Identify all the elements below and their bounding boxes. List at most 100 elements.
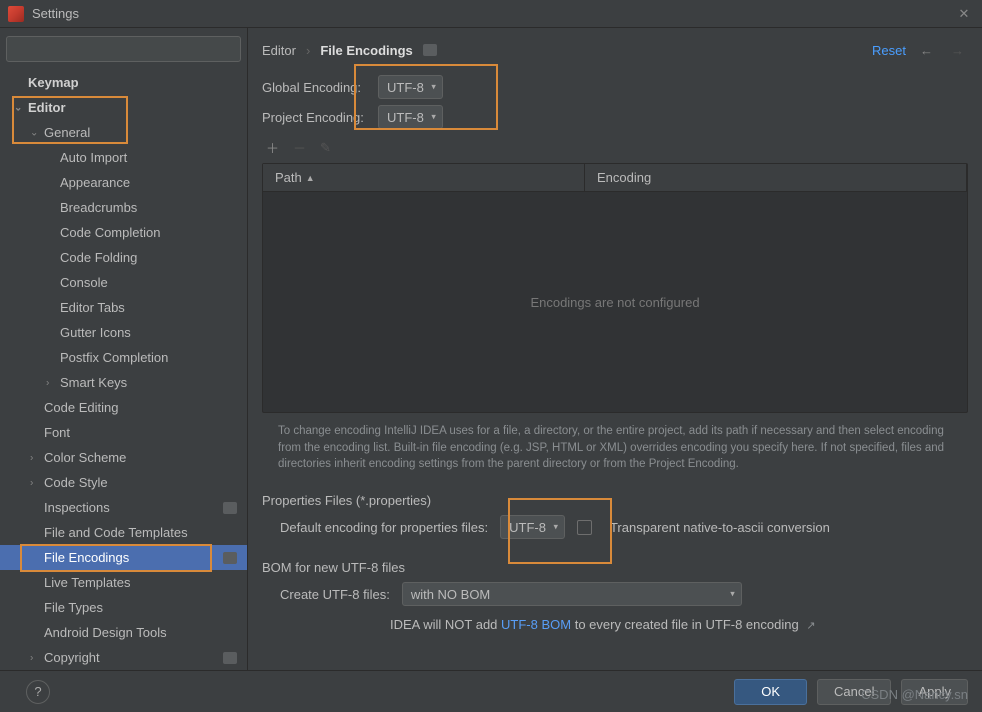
project-encoding-select[interactable]: UTF-8 ▾ <box>378 105 443 129</box>
sidebar-item-label: Editor Tabs <box>60 300 125 315</box>
bom-section-title: BOM for new UTF-8 files <box>262 560 968 575</box>
sidebar-item-copyright[interactable]: › Copyright <box>0 645 247 670</box>
sidebar-item-label: General <box>44 125 90 140</box>
forward-icon[interactable]: → <box>947 43 968 58</box>
sidebar-item-label: Console <box>60 275 108 290</box>
apply-button[interactable]: Apply <box>901 679 968 705</box>
sidebar-item-label: Breadcrumbs <box>60 200 137 215</box>
sidebar-item-label: Color Scheme <box>44 450 126 465</box>
sidebar-item-label: Code Style <box>44 475 108 490</box>
sidebar-item-label: File and Code Templates <box>44 525 188 540</box>
sidebar-item-appearance[interactable]: Appearance <box>0 170 247 195</box>
sidebar-item-live-templates[interactable]: Live Templates <box>0 570 247 595</box>
close-icon[interactable]: ✕ <box>954 4 974 24</box>
transparent-checkbox[interactable] <box>577 520 592 535</box>
sidebar-item-label: Live Templates <box>44 575 130 590</box>
chevron-right-icon: › <box>30 477 33 488</box>
scope-badge-icon <box>223 552 237 564</box>
chevron-down-icon: ⌄ <box>14 102 22 113</box>
path-column-header[interactable]: Path ▲ <box>263 164 585 191</box>
chevron-down-icon: ▾ <box>431 112 436 123</box>
properties-default-label: Default encoding for properties files: <box>280 520 488 535</box>
sidebar-item-keymap[interactable]: Keymap <box>0 70 247 95</box>
help-button[interactable]: ? <box>26 680 50 704</box>
ok-button[interactable]: OK <box>734 679 807 705</box>
window-title: Settings <box>32 6 79 21</box>
sidebar-item-smart-keys[interactable]: › Smart Keys <box>0 370 247 395</box>
sidebar-item-label: Android Design Tools <box>44 625 167 640</box>
sidebar-item-android-design-tools[interactable]: Android Design Tools <box>0 620 247 645</box>
global-encoding-select[interactable]: UTF-8 ▾ <box>378 75 443 99</box>
dialog-buttons: ? OK Cancel Apply <box>0 670 982 712</box>
sidebar-item-code-style[interactable]: › Code Style <box>0 470 247 495</box>
sidebar-item-label: Postfix Completion <box>60 350 168 365</box>
encoding-column-header[interactable]: Encoding <box>585 164 967 191</box>
chevron-down-icon: ▾ <box>730 589 735 600</box>
sidebar-item-label: Code Folding <box>60 250 137 265</box>
sidebar-item-label: Auto Import <box>60 150 127 165</box>
app-icon <box>8 6 24 22</box>
encodings-table: Path ▲ Encoding Encodings are not config… <box>262 163 968 413</box>
titlebar: Settings ✕ <box>0 0 982 28</box>
sidebar-item-file-encodings[interactable]: File Encodings <box>0 545 247 570</box>
sidebar-item-font[interactable]: Font <box>0 420 247 445</box>
external-link-icon: ↗ <box>806 620 815 632</box>
sidebar-item-label: Code Completion <box>60 225 160 240</box>
transparent-label: Transparent native-to-ascii conversion <box>610 520 830 535</box>
sidebar-item-editor-tabs[interactable]: Editor Tabs <box>0 295 247 320</box>
sidebar-item-label: Gutter Icons <box>60 325 131 340</box>
chevron-right-icon: › <box>30 452 33 463</box>
scope-badge-icon <box>423 44 437 56</box>
search-input[interactable] <box>6 36 241 62</box>
sidebar-item-label: Copyright <box>44 650 100 665</box>
chevron-down-icon: ⌄ <box>30 127 38 138</box>
reset-link[interactable]: Reset <box>872 43 906 58</box>
sidebar-item-editor[interactable]: ⌄ Editor <box>0 95 247 120</box>
main-panel: Editor › File Encodings Reset ← → Global… <box>248 28 982 670</box>
properties-encoding-select[interactable]: UTF-8 ▾ <box>500 515 565 539</box>
sidebar-item-label: Keymap <box>28 75 79 90</box>
chevron-right-icon: › <box>46 377 49 388</box>
sidebar-item-label: File Encodings <box>44 550 129 565</box>
sidebar-item-breadcrumbs[interactable]: Breadcrumbs <box>0 195 247 220</box>
chevron-right-icon: › <box>30 652 33 663</box>
sidebar-item-postfix-completion[interactable]: Postfix Completion <box>0 345 247 370</box>
sidebar-item-code-folding[interactable]: Code Folding <box>0 245 247 270</box>
edit-icon[interactable]: ✎ <box>320 140 331 156</box>
chevron-down-icon: ▾ <box>553 522 558 533</box>
sidebar-item-general[interactable]: ⌄ General <box>0 120 247 145</box>
breadcrumb-file-encodings: File Encodings <box>320 43 412 58</box>
sidebar-item-label: File Types <box>44 600 103 615</box>
back-icon[interactable]: ← <box>916 43 937 58</box>
global-encoding-label: Global Encoding: <box>262 80 366 95</box>
settings-tree: Keymap ⌄ Editor ⌄ General Auto Import Appearan… <box>0 70 247 670</box>
sidebar-item-inspections[interactable]: Inspections <box>0 495 247 520</box>
properties-section-title: Properties Files (*.properties) <box>262 493 968 508</box>
remove-icon[interactable]: － <box>293 138 306 157</box>
create-utf8-select[interactable]: with NO BOM ▾ <box>402 582 742 606</box>
breadcrumb-editor[interactable]: Editor <box>262 43 296 58</box>
sidebar-item-code-completion[interactable]: Code Completion <box>0 220 247 245</box>
scope-badge-icon <box>223 652 237 664</box>
sidebar-item-color-scheme[interactable]: › Color Scheme <box>0 445 247 470</box>
bom-note: IDEA will NOT add UTF-8 BOM to every cre… <box>390 617 816 632</box>
sidebar-item-code-editing[interactable]: Code Editing <box>0 395 247 420</box>
sidebar-item-label: Smart Keys <box>60 375 127 390</box>
sidebar-item-file-and-code-templates[interactable]: File and Code Templates <box>0 520 247 545</box>
sort-asc-icon: ▲ <box>306 173 315 183</box>
add-icon[interactable]: ＋ <box>266 138 279 157</box>
sidebar-item-auto-import[interactable]: Auto Import <box>0 145 247 170</box>
utf8-bom-link[interactable]: UTF-8 BOM <box>501 617 571 632</box>
chevron-right-icon: › <box>306 43 310 58</box>
sidebar-item-console[interactable]: Console <box>0 270 247 295</box>
sidebar-item-file-types[interactable]: File Types <box>0 595 247 620</box>
sidebar-item-label: Inspections <box>44 500 110 515</box>
sidebar-item-label: Code Editing <box>44 400 118 415</box>
breadcrumb: Editor › File Encodings Reset ← → <box>248 28 982 72</box>
cancel-button[interactable]: Cancel <box>817 679 891 705</box>
scope-badge-icon <box>223 502 237 514</box>
project-encoding-label: Project Encoding: <box>262 110 366 125</box>
sidebar-item-label: Editor <box>28 100 66 115</box>
sidebar-item-label: Font <box>44 425 70 440</box>
sidebar-item-gutter-icons[interactable]: Gutter Icons <box>0 320 247 345</box>
